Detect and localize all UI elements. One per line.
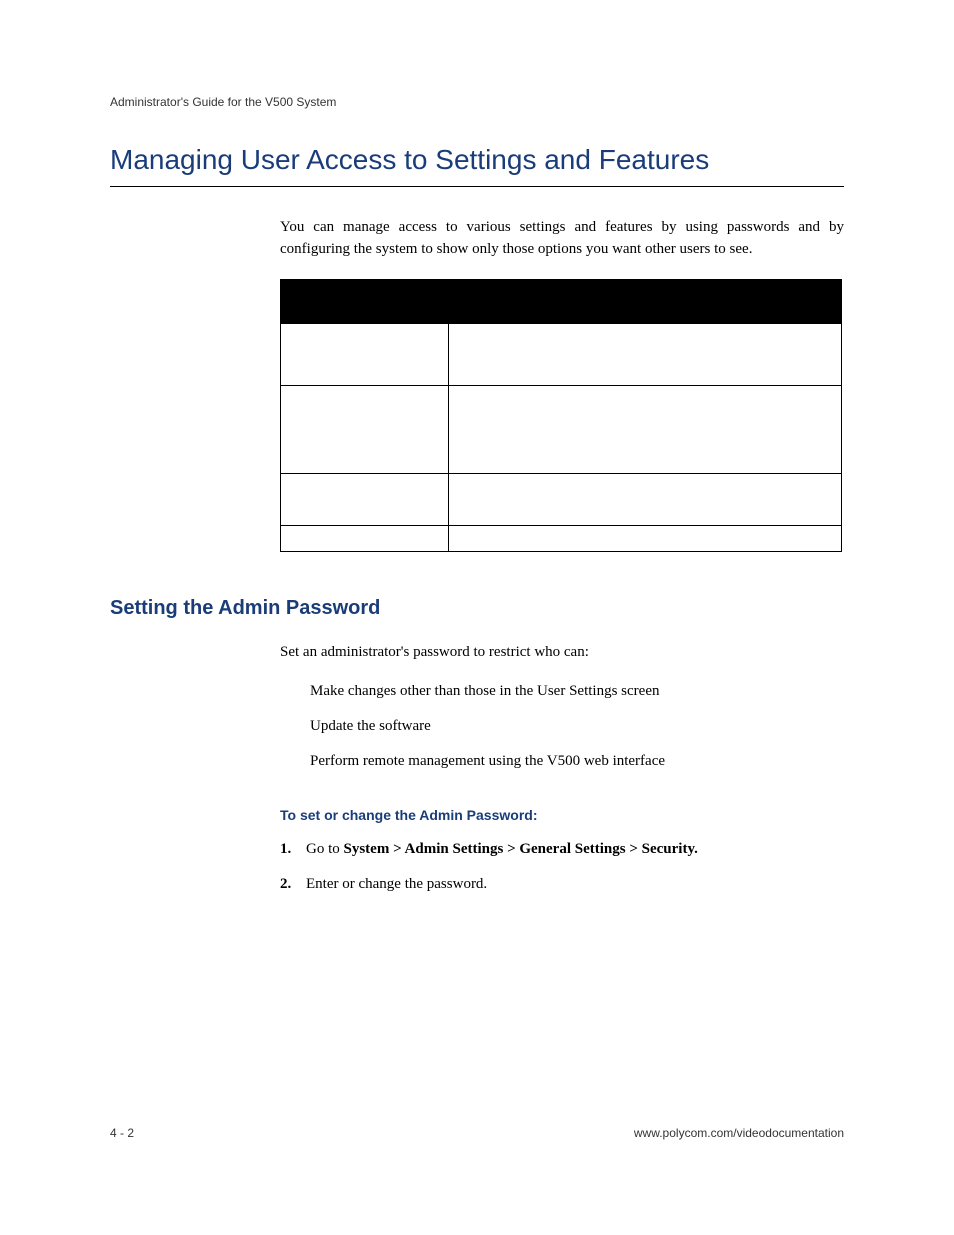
numbered-list: 1. Go to System > Admin Settings > Gener… — [280, 839, 844, 895]
table-header-col1 — [280, 279, 448, 324]
step-text: Go to System > Admin Settings > General … — [306, 839, 844, 860]
access-table — [280, 279, 842, 552]
section-intro: Set an administrator's password to restr… — [280, 642, 844, 664]
section-heading: Setting the Admin Password — [110, 597, 844, 620]
page-footer: 4 - 2 www.polycom.com/videodocumentation — [110, 1126, 844, 1140]
step-text: Enter or change the password. — [306, 874, 844, 895]
list-item: 2. Enter or change the password. — [280, 874, 844, 895]
footer-url: www.polycom.com/videodocumentation — [634, 1126, 844, 1140]
table-row — [280, 386, 842, 474]
bullet-list: Make changes other than those in the Use… — [310, 681, 844, 772]
table-row — [280, 474, 842, 526]
step-number: 1. — [280, 839, 306, 860]
list-item: Make changes other than those in the Use… — [310, 681, 844, 702]
step-number: 2. — [280, 874, 306, 895]
main-heading: Managing User Access to Settings and Fea… — [110, 144, 844, 187]
procedure-heading: To set or change the Admin Password: — [280, 807, 844, 823]
list-item: Perform remote management using the V500… — [310, 751, 844, 772]
table-row — [280, 324, 842, 386]
list-item: 1. Go to System > Admin Settings > Gener… — [280, 839, 844, 860]
list-item: Update the software — [310, 716, 844, 737]
intro-paragraph: You can manage access to various setting… — [280, 217, 844, 261]
page-number: 4 - 2 — [110, 1126, 134, 1140]
running-header: Administrator's Guide for the V500 Syste… — [110, 95, 844, 109]
table-row — [280, 526, 842, 552]
table-header-col2 — [448, 279, 842, 324]
